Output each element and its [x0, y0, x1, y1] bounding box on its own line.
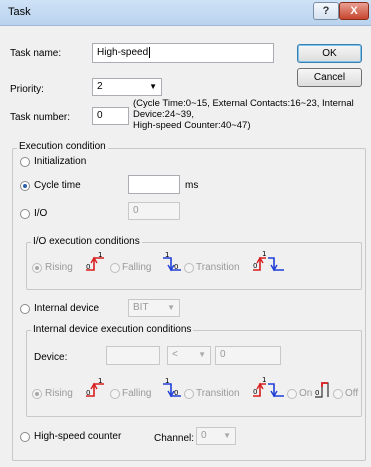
- io-falling-radio[interactable]: [110, 263, 120, 273]
- io-rising-radio[interactable]: [32, 263, 42, 273]
- io-conditions-group: [26, 242, 362, 290]
- svg-text:0: 0: [315, 389, 319, 397]
- help-button[interactable]: ?: [313, 2, 339, 20]
- internal-rising-radio[interactable]: [32, 389, 42, 399]
- svg-text:0: 0: [86, 263, 90, 271]
- task-number-label: Task number:: [10, 112, 71, 123]
- close-icon: X: [350, 5, 358, 17]
- internal-rising-label: Rising: [45, 388, 73, 399]
- device-label: Device:: [34, 352, 68, 363]
- priority-value: 2: [97, 81, 103, 92]
- cycle-time-radio[interactable]: [20, 181, 30, 191]
- title-bar: Task ? X: [0, 0, 371, 26]
- svg-text:1: 1: [165, 377, 169, 385]
- channel-label: Channel:: [154, 433, 195, 444]
- help-icon: ?: [322, 5, 330, 17]
- cycle-time-unit: ms: [185, 180, 199, 191]
- internal-transition-radio[interactable]: [184, 389, 194, 399]
- io-falling-label: Falling: [122, 262, 152, 273]
- text-cursor: [149, 47, 151, 58]
- internal-falling-label: Falling: [122, 388, 152, 399]
- operator-value: <: [172, 349, 178, 360]
- channel-value: 0: [201, 430, 207, 441]
- chevron-down-icon: ▼: [149, 82, 157, 91]
- cycle-time-label: Cycle time: [34, 180, 81, 191]
- svg-text:1: 1: [165, 251, 169, 259]
- falling-edge-icon: 10: [161, 250, 185, 274]
- rising-edge-icon: 10: [84, 376, 108, 400]
- falling-edge-icon: 10: [161, 376, 185, 400]
- io-label: I/O: [34, 208, 48, 219]
- compare-value-input[interactable]: 0: [215, 346, 281, 365]
- internal-conditions-group: [26, 330, 362, 417]
- ok-button[interactable]: OK: [297, 44, 362, 63]
- svg-text:1: 1: [98, 251, 102, 259]
- chevron-down-icon: ▼: [167, 303, 175, 312]
- operator-select[interactable]: < ▼: [167, 346, 211, 365]
- transition-edge-icon: 10: [252, 376, 286, 400]
- svg-text:0: 0: [174, 263, 178, 271]
- io-transition-label: Transition: [196, 262, 240, 273]
- internal-device-radio[interactable]: [20, 304, 30, 314]
- chevron-down-icon: ▼: [198, 350, 206, 359]
- svg-text:0: 0: [174, 389, 178, 397]
- svg-text:0: 0: [253, 262, 257, 270]
- high-speed-counter-label: High-speed counter: [34, 431, 122, 442]
- cycle-time-input[interactable]: [128, 175, 180, 194]
- high-speed-counter-radio[interactable]: [20, 432, 30, 442]
- execution-condition-title: Execution condition: [17, 141, 108, 152]
- internal-on-radio[interactable]: [287, 389, 297, 399]
- internal-device-type-value: BIT: [133, 302, 149, 313]
- task-name-value: High-speed: [97, 47, 149, 58]
- svg-text:1: 1: [98, 377, 102, 385]
- io-radio[interactable]: [20, 209, 30, 219]
- task-name-input[interactable]: High-speed: [92, 43, 274, 63]
- initialization-label: Initialization: [34, 156, 87, 167]
- transition-edge-icon: 10: [252, 250, 286, 274]
- initialization-radio[interactable]: [20, 157, 30, 167]
- internal-off-radio[interactable]: [333, 389, 343, 399]
- chevron-down-icon: ▼: [223, 431, 231, 440]
- internal-off-label: Off: [345, 388, 359, 399]
- priority-label: Priority:: [10, 84, 44, 95]
- channel-select[interactable]: 0 ▼: [196, 427, 236, 445]
- cancel-button[interactable]: Cancel: [297, 68, 362, 87]
- io-input[interactable]: 0: [128, 202, 180, 220]
- svg-text:1: 1: [262, 250, 266, 258]
- device-input[interactable]: [106, 346, 160, 365]
- hint-line: Device:24~39,: [133, 109, 194, 120]
- io-rising-label: Rising: [45, 262, 73, 273]
- close-button[interactable]: X: [339, 2, 369, 20]
- hint-line: High-speed Counter:40~47): [133, 120, 251, 131]
- task-number-hint: (Cycle Time:0~15, External Contacts:16~2…: [133, 98, 369, 131]
- svg-text:0: 0: [86, 389, 90, 397]
- internal-device-type-select[interactable]: BIT ▼: [128, 299, 180, 317]
- io-transition-radio[interactable]: [184, 263, 194, 273]
- internal-on-label: On: [299, 388, 313, 399]
- svg-text:0: 0: [253, 388, 257, 396]
- hint-line: (Cycle Time:0~15, External Contacts:16~2…: [133, 98, 354, 109]
- internal-falling-radio[interactable]: [110, 389, 120, 399]
- priority-select[interactable]: 2 ▼: [92, 78, 162, 96]
- internal-device-label: Internal device: [34, 303, 100, 314]
- window-title: Task: [8, 6, 31, 18]
- internal-transition-label: Transition: [196, 388, 240, 399]
- svg-text:1: 1: [262, 376, 266, 384]
- task-name-label: Task name:: [10, 48, 62, 59]
- internal-conditions-title: Internal device execution conditions: [31, 324, 194, 335]
- task-number-input[interactable]: 0: [92, 107, 129, 125]
- io-conditions-title: I/O execution conditions: [31, 236, 142, 247]
- rising-edge-icon: 10: [84, 250, 108, 274]
